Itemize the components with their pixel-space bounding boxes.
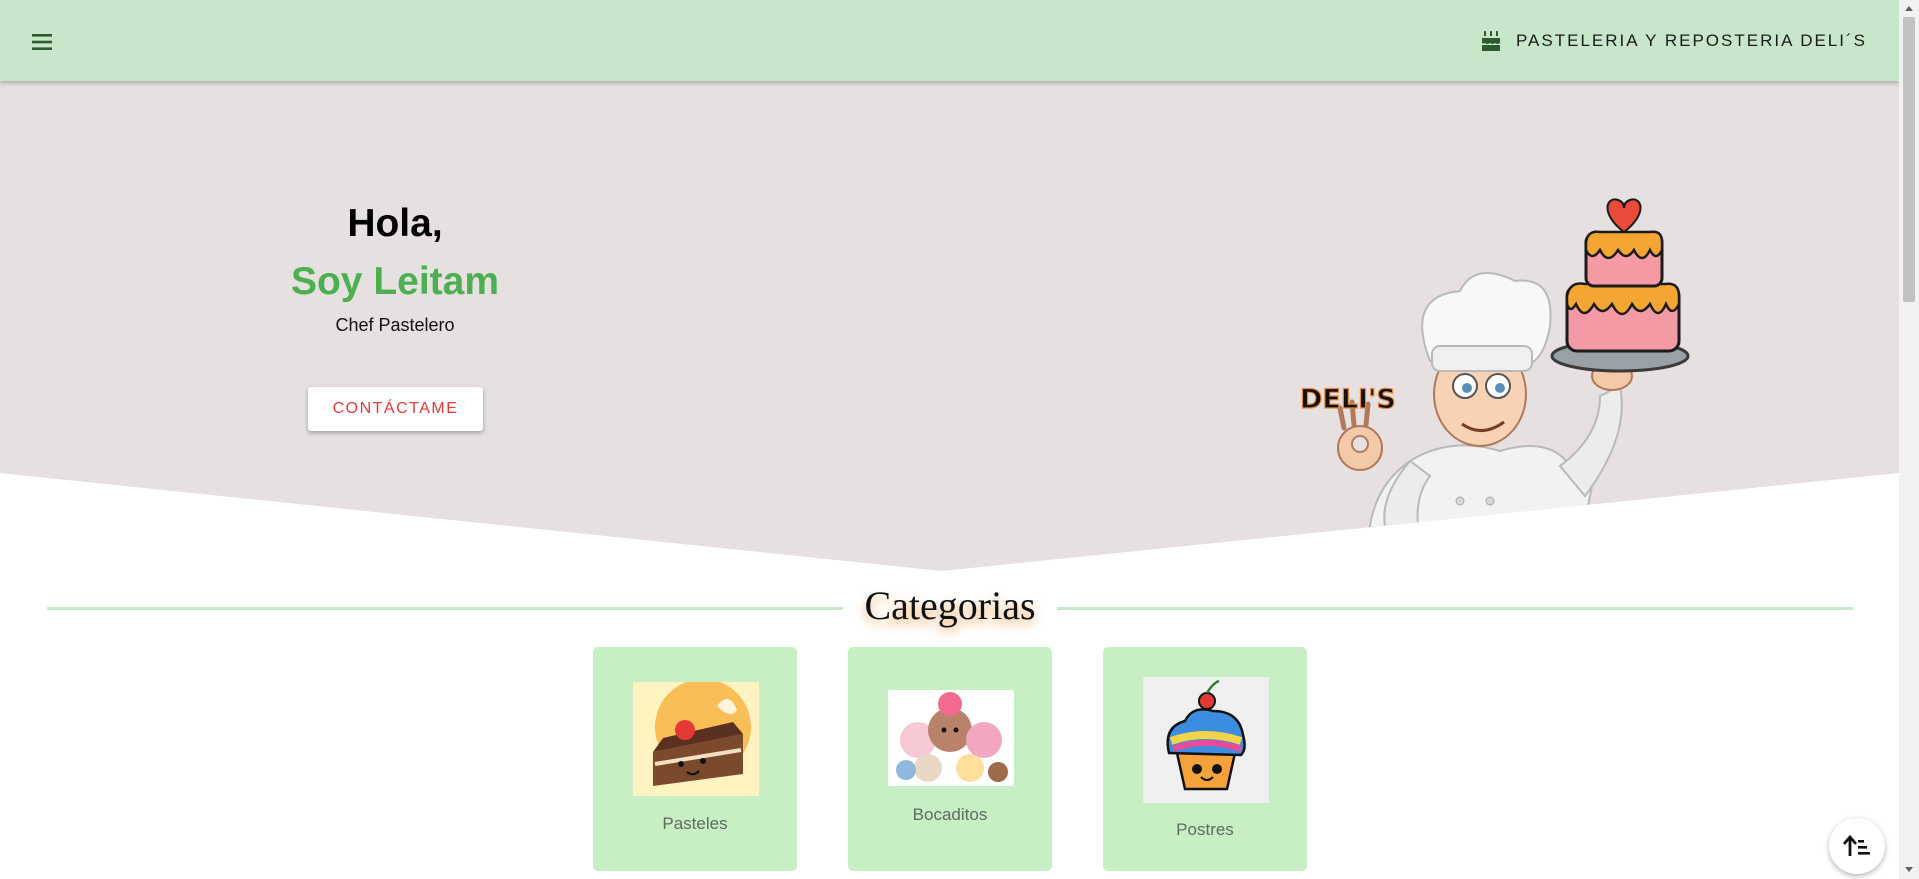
category-card-postres[interactable]: Postres [1103, 647, 1307, 871]
divider-right [1057, 607, 1853, 610]
vertical-scrollbar[interactable] [1899, 0, 1919, 879]
cake-slice-image [633, 682, 759, 796]
cake-icon [1481, 31, 1500, 51]
scrollbar-thumb[interactable] [1903, 17, 1915, 302]
category-label: Bocaditos [912, 805, 988, 824]
divider-left [47, 607, 843, 610]
hero-section: DELI'S Hola, Soy Leitam Chef Pastelero C… [0, 81, 1899, 571]
categories-title: Categorias [864, 583, 1036, 628]
hero-intro: Hola, Soy Leitam Chef Pastelero [260, 201, 530, 336]
category-label: Pasteles [662, 814, 728, 833]
contact-button[interactable]: CONTÁCTAME [308, 387, 483, 431]
greeting-heading: Hola, [347, 202, 443, 245]
page: PASTELERIA Y REPOSTERIA DELI´S DELI'S Ho… [0, 0, 1899, 879]
hamburger-menu-icon [32, 34, 52, 50]
snacks-image [888, 690, 1014, 786]
brand-title: PASTELERIA Y REPOSTERIA DELI´S [1515, 31, 1867, 50]
menu-button[interactable] [26, 28, 58, 56]
name-heading: Soy Leitam [290, 260, 500, 303]
cupcake-image [1143, 677, 1269, 803]
scroll-to-top-button[interactable] [1829, 818, 1885, 874]
top-app-bar: PASTELERIA Y REPOSTERIA DELI´S [0, 0, 1899, 81]
sort-up-icon [1843, 834, 1870, 856]
scroll-down-arrow-icon[interactable] [1904, 866, 1914, 874]
delis-logo-text: DELI'S [1300, 384, 1396, 415]
category-card-bocaditos[interactable]: Bocaditos [848, 647, 1052, 871]
chef-illustration: DELI'S [1300, 198, 1690, 571]
brand[interactable]: PASTELERIA Y REPOSTERIA DELI´S [1480, 28, 1867, 54]
category-label: Postres [1176, 820, 1234, 839]
category-card-pasteles[interactable]: Pasteles [593, 647, 797, 871]
role-subtitle: Chef Pastelero [335, 315, 455, 335]
scroll-up-arrow-icon[interactable] [1904, 4, 1914, 12]
